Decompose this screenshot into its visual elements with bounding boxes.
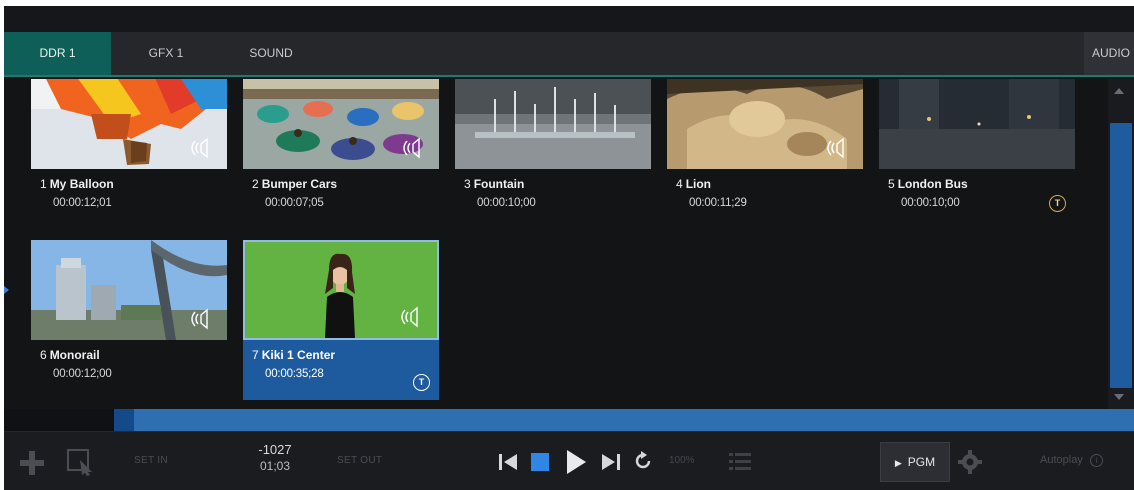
clip-name: Kiki 1 Center bbox=[261, 348, 336, 362]
clip-number: 5 bbox=[888, 177, 895, 191]
set-in-button[interactable]: SET IN bbox=[134, 455, 168, 466]
thumbnail bbox=[31, 240, 227, 340]
set-out-button[interactable]: SET OUT bbox=[337, 455, 382, 466]
gear-icon[interactable] bbox=[957, 449, 983, 475]
clip-title: 6 Monorail bbox=[40, 348, 100, 362]
speaker-icon bbox=[403, 137, 420, 159]
top-strip bbox=[4, 6, 1134, 32]
title-badge-icon[interactable]: T bbox=[413, 374, 430, 391]
play-icon[interactable] bbox=[564, 448, 588, 476]
trim-edit-icon[interactable] bbox=[66, 448, 96, 476]
clip-name: My Balloon bbox=[49, 177, 114, 191]
clip-number: 4 bbox=[676, 177, 683, 191]
clip-item-lion[interactable]: 4 Lion 00:00:11;29 bbox=[667, 79, 863, 229]
autoplay-info-icon: i bbox=[1089, 454, 1103, 467]
clip-duration: 00:00:07;05 bbox=[265, 197, 324, 209]
clip-name: London Bus bbox=[897, 177, 968, 191]
clip-name: Monorail bbox=[49, 348, 100, 362]
clip-item-kiki-1-center[interactable]: 7 Kiki 1 Center 00:00:35;28 T bbox=[243, 240, 439, 400]
speaker-icon bbox=[191, 308, 208, 330]
clip-duration: 00:00:10;00 bbox=[477, 197, 536, 209]
clip-title: 4 Lion bbox=[676, 177, 711, 191]
loop-icon[interactable] bbox=[632, 450, 654, 472]
autoplay-label: Autoplay bbox=[1040, 454, 1083, 466]
thumbnail bbox=[243, 79, 439, 169]
scroll-down-icon[interactable] bbox=[1114, 394, 1124, 400]
stop-button[interactable] bbox=[531, 453, 549, 471]
clip-duration: 00:00:35;28 bbox=[265, 368, 324, 380]
clip-title: 2 Bumper Cars bbox=[252, 177, 337, 191]
pgm-label: PGM bbox=[907, 455, 936, 469]
play-small-icon: ▶ bbox=[894, 458, 902, 468]
time-position: 01;03 bbox=[259, 459, 291, 473]
scrollbar-thumb[interactable] bbox=[1110, 123, 1132, 388]
tab-audio[interactable]: AUDIO bbox=[1084, 32, 1134, 75]
time-remaining: -1027 bbox=[258, 442, 292, 457]
clip-item-my-balloon[interactable]: 1 My Balloon 00:00:12;01 bbox=[31, 79, 227, 229]
clip-title: 1 My Balloon bbox=[40, 177, 114, 191]
clip-number: 6 bbox=[40, 348, 47, 362]
clip-number: 2 bbox=[252, 177, 259, 191]
scroll-up-icon[interactable] bbox=[1114, 88, 1124, 94]
clip-duration: 00:00:10;00 bbox=[901, 197, 960, 209]
thumbnail bbox=[243, 240, 439, 340]
clip-number: 7 bbox=[252, 348, 259, 362]
clip-duration: 00:00:12;00 bbox=[53, 368, 112, 380]
clip-name: Lion bbox=[685, 177, 712, 191]
tab-gfx-1[interactable]: GFX 1 bbox=[111, 32, 221, 75]
clip-bin: 1 My Balloon 00:00:12;01 2 Bumper Cars 0… bbox=[4, 79, 1104, 409]
speaker-icon bbox=[191, 137, 208, 159]
title-badge-icon[interactable]: T bbox=[1049, 195, 1066, 212]
clip-name: Fountain bbox=[473, 177, 525, 191]
tab-ddr-1[interactable]: DDR 1 bbox=[4, 32, 111, 75]
playlist-icon[interactable] bbox=[727, 450, 753, 474]
thumbnail bbox=[455, 79, 651, 169]
clip-item-london-bus[interactable]: 5 London Bus 00:00:10;00 T bbox=[879, 79, 1075, 229]
clip-title: 7 Kiki 1 Center bbox=[252, 348, 335, 362]
clip-item-bumper-cars[interactable]: 2 Bumper Cars 00:00:07;05 bbox=[243, 79, 439, 229]
playback-scrubber[interactable] bbox=[4, 409, 1134, 431]
clip-number: 3 bbox=[464, 177, 471, 191]
tab-sound[interactable]: SOUND bbox=[221, 32, 321, 75]
clip-duration: 00:00:12;01 bbox=[53, 197, 112, 209]
thumbnail bbox=[31, 79, 227, 169]
playback-speed[interactable]: 100% bbox=[669, 455, 695, 466]
skip-forward-icon[interactable] bbox=[600, 451, 622, 473]
clip-title: 5 London Bus bbox=[888, 177, 968, 191]
clip-duration: 00:00:11;29 bbox=[689, 197, 747, 209]
transport-bar: SET IN -1027 01;03 SET OUT 100% ▶ PGM Au… bbox=[4, 431, 1134, 490]
skip-back-icon[interactable] bbox=[497, 451, 519, 473]
clip-item-monorail[interactable]: 6 Monorail 00:00:12;00 bbox=[31, 240, 227, 400]
thumbnail bbox=[879, 79, 1075, 169]
scrubber-track bbox=[114, 409, 1134, 431]
thumbnail bbox=[667, 79, 863, 169]
media-tab-bar: DDR 1 GFX 1 SOUND AUDIO bbox=[4, 32, 1134, 77]
ddr-panel: DDR 1 GFX 1 SOUND AUDIO 1 My Balloon 00:… bbox=[4, 6, 1134, 490]
pgm-button[interactable]: ▶ PGM bbox=[880, 442, 950, 482]
scrubber-handle[interactable] bbox=[114, 409, 134, 431]
drop-indicator-icon bbox=[4, 286, 9, 294]
clip-item-fountain[interactable]: 3 Fountain 00:00:10;00 bbox=[455, 79, 651, 229]
clip-number: 1 bbox=[40, 177, 47, 191]
clip-title: 3 Fountain bbox=[464, 177, 524, 191]
autoplay-toggle[interactable]: Autoplay i bbox=[1040, 454, 1103, 467]
add-icon[interactable] bbox=[18, 449, 46, 477]
speaker-icon bbox=[827, 137, 844, 159]
speaker-icon bbox=[401, 306, 418, 328]
clip-name: Bumper Cars bbox=[261, 177, 338, 191]
